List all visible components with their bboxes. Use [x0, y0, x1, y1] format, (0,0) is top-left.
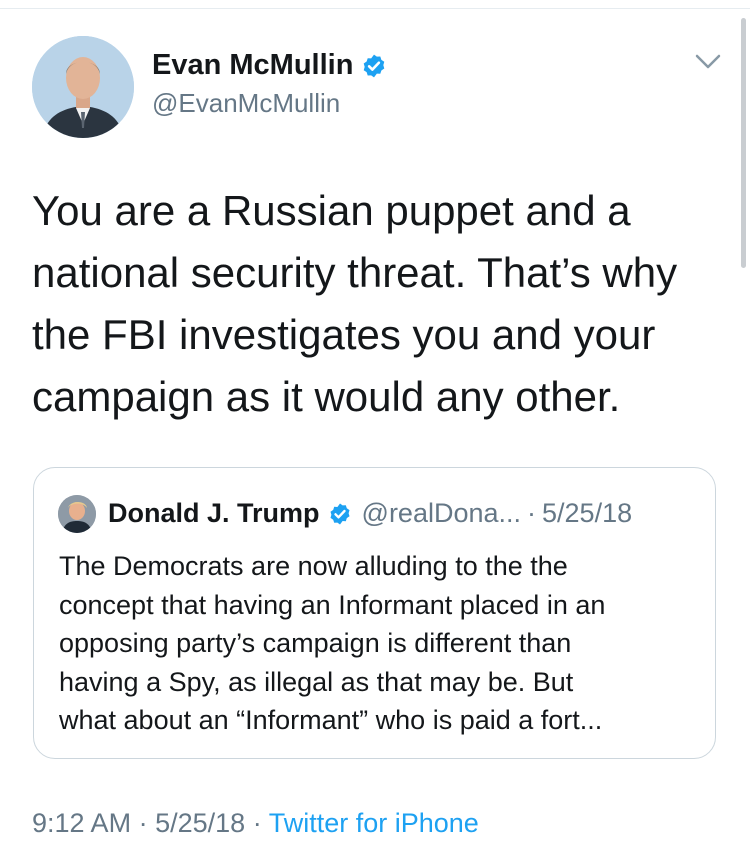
tweet-meta: 9:12 AM · 5/25/18 · Twitter for iPhone — [32, 808, 479, 839]
author-handle[interactable]: @EvanMcMullin — [152, 88, 340, 119]
author-name[interactable]: Evan McMullin — [152, 49, 353, 82]
scrollbar[interactable] — [741, 18, 746, 268]
quoted-separator: · — [527, 498, 537, 528]
quoted-tweet-text: The Democrats are now alluding to the th… — [59, 551, 606, 735]
chevron-down-icon[interactable] — [694, 52, 722, 72]
meta-separator: · — [252, 808, 262, 838]
quoted-author-handle: @realDona... — [361, 498, 522, 528]
quoted-author-name: Donald J. Trump — [108, 498, 320, 528]
tweet-time: 9:12 AM — [32, 808, 132, 838]
tweet-source-link[interactable]: Twitter for iPhone — [269, 808, 479, 838]
verified-badge-icon — [330, 503, 350, 524]
author-avatar[interactable] — [32, 36, 134, 138]
quoted-tweet-date: 5/25/18 — [542, 498, 633, 528]
author-name-row: Evan McMullin — [152, 49, 387, 82]
quoted-author-avatar — [58, 495, 96, 533]
meta-separator: · — [138, 808, 148, 838]
verified-badge-icon — [364, 54, 385, 77]
quoted-tweet-header: Donald J. Trump @realDona... · 5/25/18 — [108, 498, 632, 529]
tweet-date: 5/25/18 — [155, 808, 246, 838]
quoted-tweet-card[interactable]: Donald J. Trump @realDona... · 5/25/18 T… — [33, 467, 716, 759]
tweet-text: You are a Russian puppet and a national … — [32, 187, 678, 420]
top-divider — [0, 8, 750, 9]
